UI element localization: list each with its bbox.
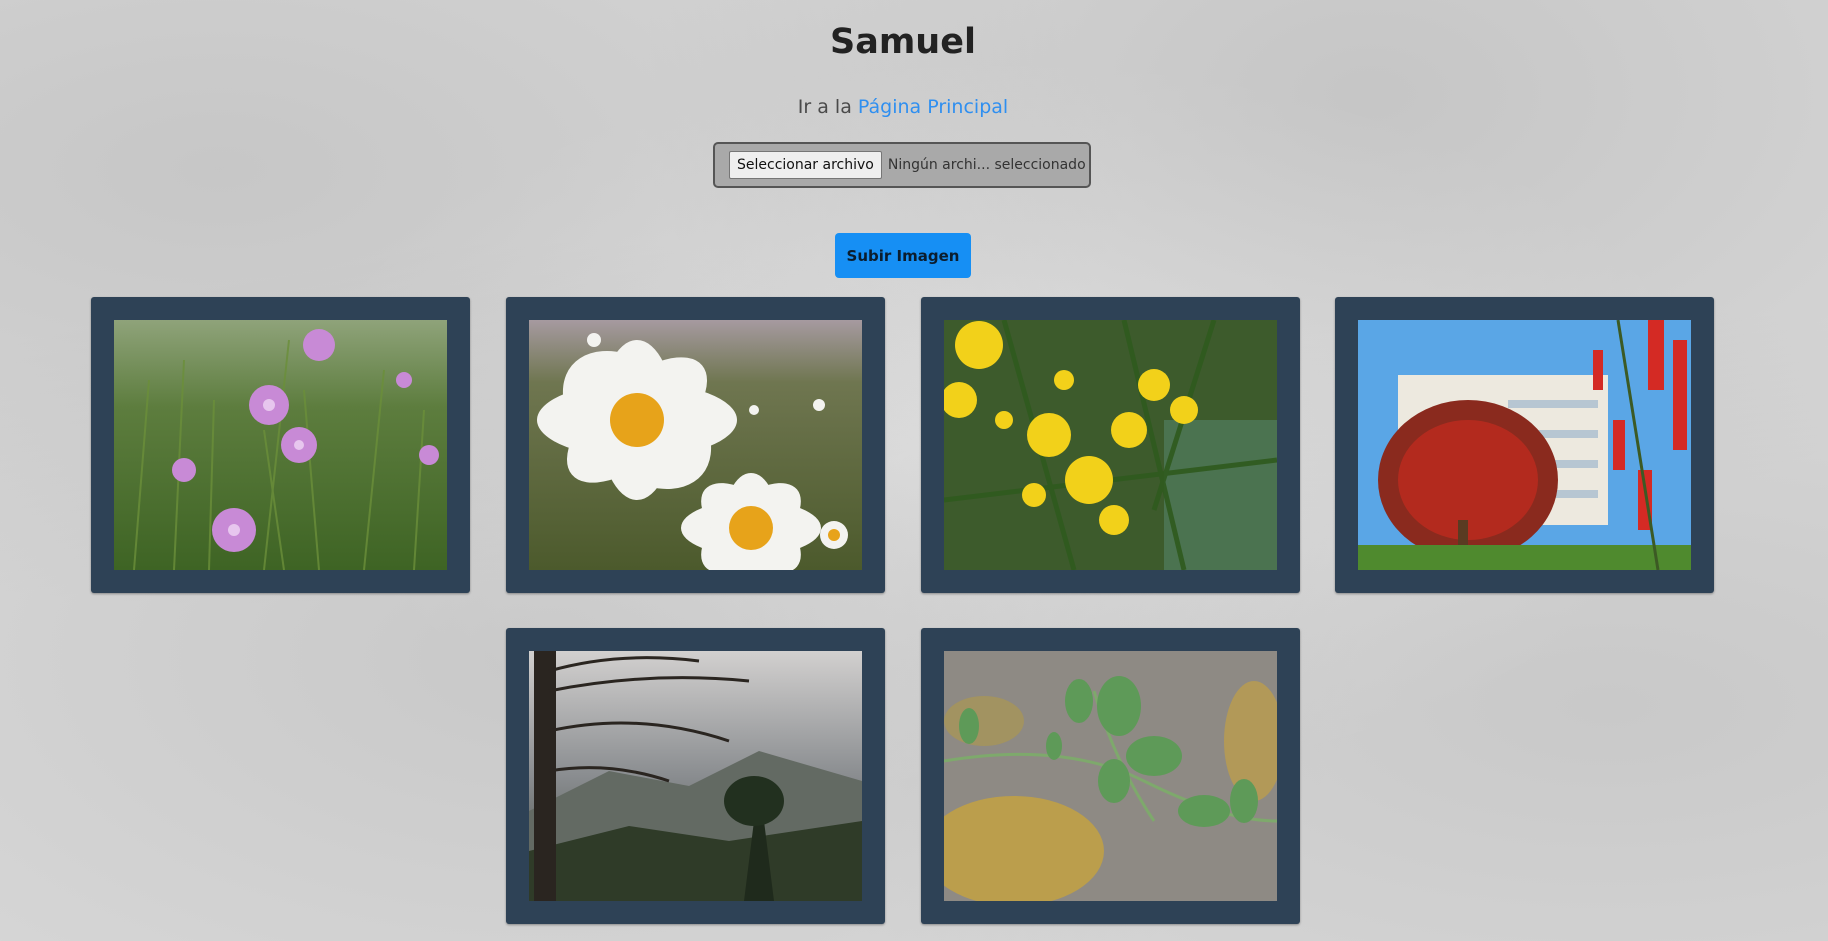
gallery-photo[interactable] <box>529 651 862 901</box>
gallery-photo[interactable] <box>114 320 447 570</box>
page-title: Samuel <box>830 22 976 62</box>
gallery-photo[interactable] <box>944 320 1277 570</box>
select-file-button[interactable]: Seleccionar archivo <box>729 151 882 179</box>
pink-wildflowers-photo <box>114 320 447 570</box>
nav-prefix: Ir a la <box>797 96 852 118</box>
gallery-card-red-bottlebrush[interactable] <box>1335 297 1714 593</box>
green-vine-on-rock-photo <box>944 651 1277 901</box>
page: Samuel Ir a la Página Principal Seleccio… <box>0 0 1828 941</box>
gallery-card-green-vine[interactable] <box>921 628 1300 924</box>
file-status: Ningún archi... seleccionado <box>887 157 1086 173</box>
file-input[interactable]: Seleccionar archivo Ningún archi... sele… <box>713 142 1091 188</box>
yellow-mimosa-photo <box>944 320 1277 570</box>
upload-image-button[interactable]: Subir Imagen <box>835 233 971 278</box>
gallery-photo[interactable] <box>1358 320 1691 570</box>
gallery-photo[interactable] <box>529 320 862 570</box>
home-page-link[interactable]: Página Principal <box>858 96 1008 118</box>
nav-line: Ir a la Página Principal <box>0 96 1806 118</box>
gallery-card-white-daisies[interactable] <box>506 297 885 593</box>
gallery-card-yellow-mimosa[interactable] <box>921 297 1300 593</box>
gallery-card-pine-mountains[interactable] <box>506 628 885 924</box>
pine-tree-mountains-photo <box>529 651 862 901</box>
red-bottlebrush-tree-photo <box>1358 320 1691 570</box>
white-daisies-photo <box>529 320 862 570</box>
gallery-photo[interactable] <box>944 651 1277 901</box>
gallery-card-pink-wildflowers[interactable] <box>91 297 470 593</box>
